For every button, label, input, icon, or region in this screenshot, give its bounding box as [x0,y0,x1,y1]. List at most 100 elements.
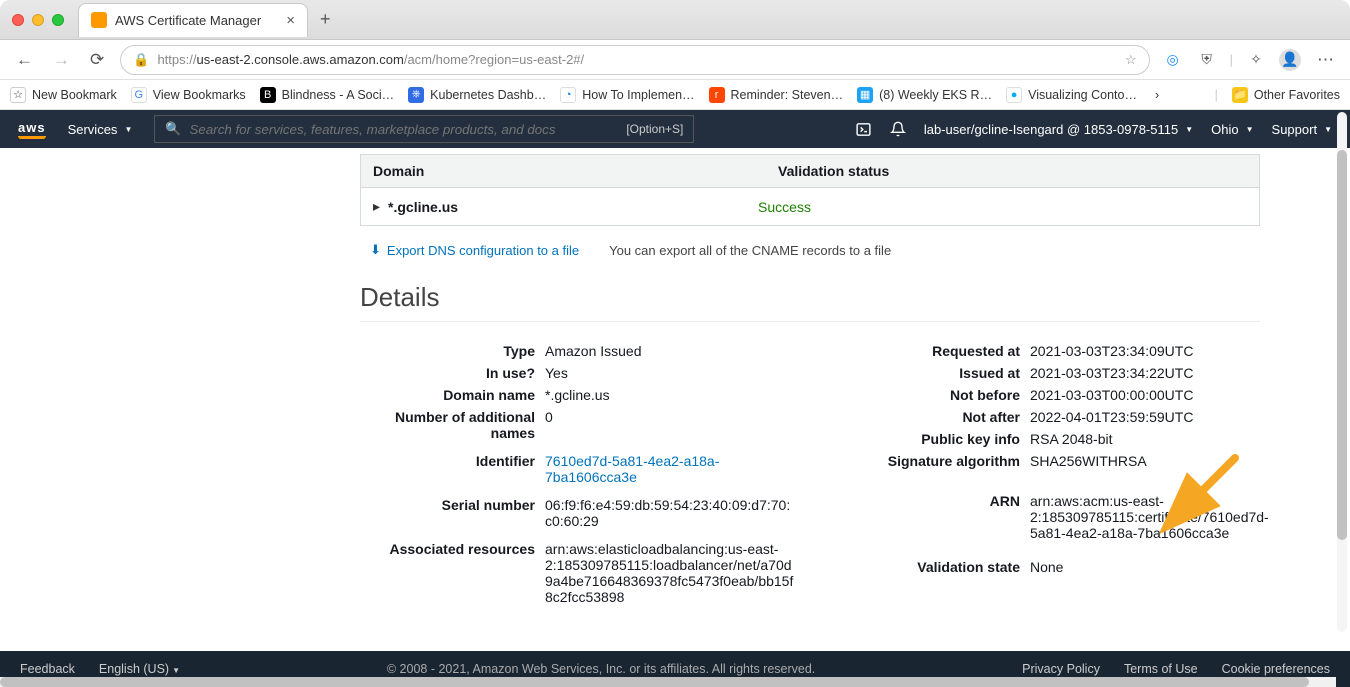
label-not-after: Not after [845,406,1020,428]
domain-row[interactable]: ▸ *.gcline.us Success [361,188,1259,225]
bookmarks-bar: ☆ New Bookmark GView Bookmarks BBlindness… [0,80,1350,110]
cloudshell-icon[interactable] [855,121,872,138]
value-public-key-info: RSA 2048-bit [1030,428,1270,450]
validation-status: Success [758,199,811,215]
browser-titlebar: AWS Certificate Manager × + [0,0,1350,40]
forward-button: → [49,48,74,72]
value-identifier[interactable]: 7610ed7d-5a81-4ea2-a18a-7ba1606cca3e [545,450,795,494]
bookmark-item[interactable]: rReminder: Steven… [709,87,844,103]
value-arn: arn:aws:acm:us-east-2:185309785115:certi… [1030,490,1270,556]
value-serial: 06:f9:f6:e4:59:db:59:54:23:40:09:d7:70:c… [545,494,795,538]
lock-icon: 🔒 [133,52,149,68]
services-menu[interactable]: Services [68,122,133,137]
bookmark-icon: ◔ [560,87,576,103]
bookmark-item[interactable]: ◔How To Implemen… [560,87,694,103]
terms-link[interactable]: Terms of Use [1124,662,1198,676]
window-maximize[interactable] [52,14,64,26]
privacy-link[interactable]: Privacy Policy [1022,662,1100,676]
label-signature-algorithm: Signature algorithm [845,450,1020,490]
cookie-prefs-link[interactable]: Cookie preferences [1222,662,1330,676]
bookmark-icon: G [131,87,147,103]
bookmark-new[interactable]: ☆ New Bookmark [10,87,117,103]
bookmark-item[interactable]: GView Bookmarks [131,87,246,103]
label-associated: Associated resources [360,538,535,560]
value-additional-names: 0 [545,406,795,450]
label-requested-at: Requested at [845,340,1020,362]
bookmark-icon: r [709,87,725,103]
notifications-icon[interactable] [890,121,906,137]
collections-icon[interactable]: ✧ [1245,49,1267,71]
browser-tab[interactable]: AWS Certificate Manager × [78,3,308,37]
col-validation-status: Validation status [766,155,1259,187]
label-public-key-info: Public key info [845,428,1020,450]
address-bar[interactable]: 🔒 https://us-east-2.console.aws.amazon.c… [120,45,1149,75]
tab-title: AWS Certificate Manager [115,13,261,28]
value-associated: arn:aws:elasticloadbalancing:us-east-2:1… [545,538,795,608]
details-heading: Details [360,282,1260,313]
label-not-before: Not before [845,384,1020,406]
feedback-link[interactable]: Feedback [20,662,75,676]
reload-button[interactable]: ⟳ [86,48,108,72]
bookmark-icon: ⎈ [408,87,424,103]
bookmark-item[interactable]: BBlindness - A Soci… [260,87,395,103]
aws-header: aws Services 🔍 [Option+S] lab-user/gclin… [0,110,1350,148]
vertical-scrollbar[interactable] [1337,112,1347,632]
horizontal-scrollbar[interactable] [0,677,1336,687]
bookmark-item[interactable]: ▦(8) Weekly EKS R… [857,87,992,103]
extension-1password-icon[interactable]: ◎ [1162,49,1184,71]
extension-ublock-icon[interactable]: ⛨ [1196,49,1218,71]
label-arn: ARN [845,490,1020,556]
expand-icon[interactable]: ▸ [373,198,380,215]
label-domain-name: Domain name [360,384,535,406]
value-in-use: Yes [545,362,795,384]
back-button[interactable]: ← [12,48,37,72]
bookmark-icon: ▦ [857,87,873,103]
label-type: Type [360,340,535,362]
bookmark-icon: ● [1006,87,1022,103]
label-additional-names: Number of additional names [360,406,535,450]
divider [360,321,1260,322]
window-close[interactable] [12,14,24,26]
label-issued-at: Issued at [845,362,1020,384]
new-tab-button[interactable]: + [314,9,337,30]
tab-close[interactable]: × [286,12,295,29]
region-menu[interactable]: Ohio [1211,122,1253,137]
profile-avatar[interactable]: 👤 [1279,49,1301,71]
support-menu[interactable]: Support [1272,122,1332,137]
domains-table: Domain Validation status ▸ *.gcline.us S… [360,154,1260,226]
value-domain-name: *.gcline.us [545,384,795,406]
search-icon: 🔍 [165,121,181,137]
col-domain: Domain [361,155,766,187]
window-minimize[interactable] [32,14,44,26]
aws-favicon [91,12,107,28]
value-signature-algorithm: SHA256WITHRSA [1030,450,1270,490]
bookmarks-overflow[interactable]: › [1151,88,1163,102]
label-in-use: In use? [360,362,535,384]
aws-logo[interactable]: aws [18,120,46,139]
aws-search-input[interactable] [190,122,619,137]
value-validation-state: None [1030,556,1270,578]
label-serial: Serial number [360,494,535,538]
browser-menu[interactable]: ⋯ [1313,48,1338,72]
account-menu[interactable]: lab-user/gcline-Isengard @ 1853-0978-511… [924,122,1193,137]
label-identifier: Identifier [360,450,535,494]
favorite-icon[interactable]: ☆ [1125,52,1137,68]
value-not-before: 2021-03-03T00:00:00UTC [1030,384,1270,406]
export-help-text: You can export all of the CNAME records … [609,243,891,258]
value-issued-at: 2021-03-03T23:34:22UTC [1030,362,1270,384]
other-favorites[interactable]: 📁 Other Favorites [1232,87,1340,103]
aws-search[interactable]: 🔍 [Option+S] [154,115,694,143]
search-shortcut: [Option+S] [626,122,683,136]
bookmark-icon: B [260,87,276,103]
value-not-after: 2022-04-01T23:59:59UTC [1030,406,1270,428]
download-icon: ⬇ [370,242,381,258]
copyright: © 2008 - 2021, Amazon Web Services, Inc.… [204,662,998,676]
domain-name: *.gcline.us [388,199,758,215]
bookmark-item[interactable]: ⎈Kubernetes Dashb… [408,87,546,103]
value-requested-at: 2021-03-03T23:34:09UTC [1030,340,1270,362]
bookmark-item[interactable]: ●Visualizing Conto… [1006,87,1137,103]
export-dns-link[interactable]: ⬇ Export DNS configuration to a file [370,242,579,258]
language-menu[interactable]: English (US) [99,662,180,676]
label-validation-state: Validation state [845,556,1020,578]
value-type: Amazon Issued [545,340,795,362]
